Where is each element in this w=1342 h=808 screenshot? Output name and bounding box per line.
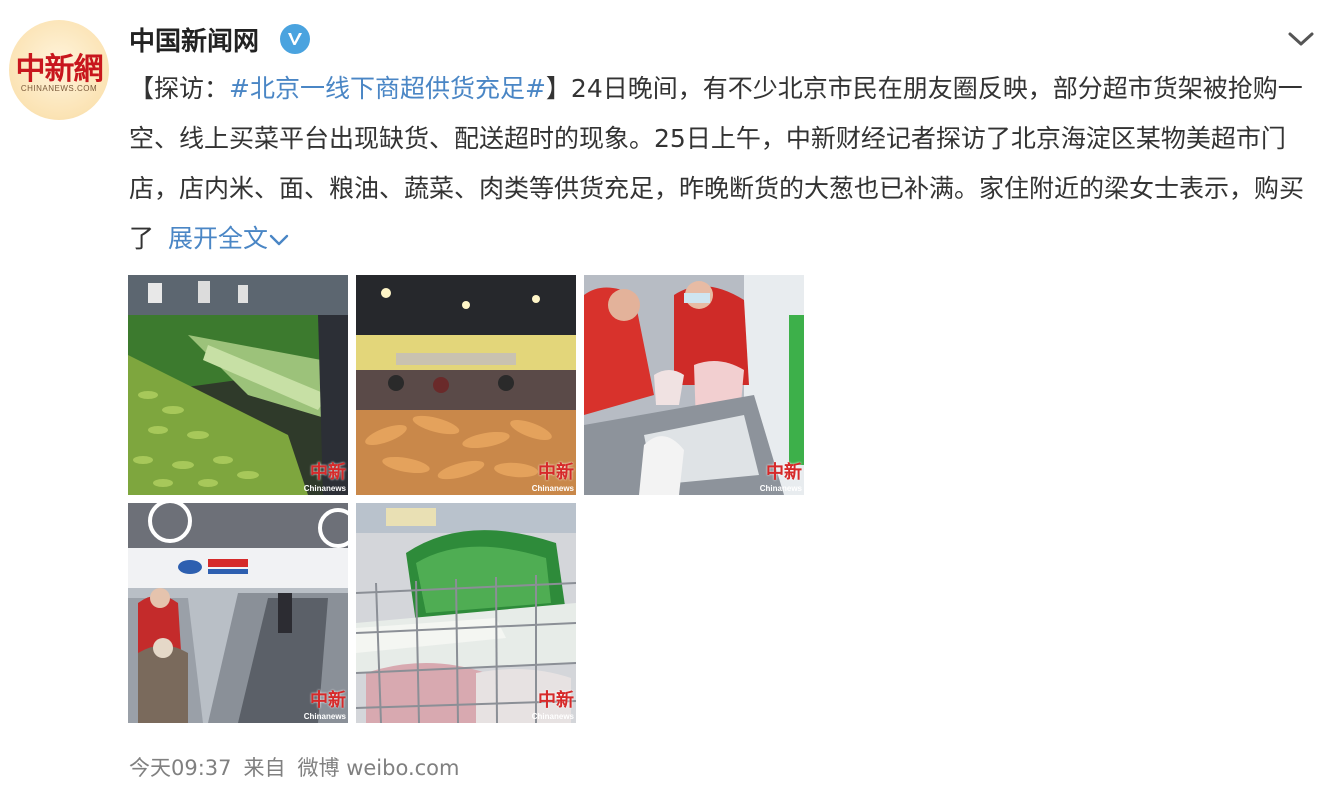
post-image-carrots[interactable]: 中新 Chinanews — [356, 275, 576, 495]
watermark-en: Chinanews — [303, 712, 346, 721]
image-watermark: 中新 Chinanews — [760, 458, 802, 493]
post-image-escalator[interactable]: 中新 Chinanews — [128, 503, 348, 723]
expand-label: 展开全文 — [168, 224, 269, 253]
image-watermark: 中新 Chinanews — [304, 458, 346, 493]
watermark-cn: 中新 — [538, 690, 574, 711]
verified-v-icon — [278, 22, 312, 56]
avatar-logo-subtext: CHINANEWS.COM — [20, 84, 98, 93]
from-label: 来自 — [243, 756, 286, 780]
post-meta: 今天09:37 来自 微博 weibo.com — [129, 752, 471, 782]
post-image-vegetables[interactable]: 中新 Chinanews — [128, 275, 348, 495]
post-time[interactable]: 今天09:37 — [129, 756, 232, 780]
image-watermark: 中新 Chinanews — [532, 686, 574, 721]
chevron-down-icon — [269, 234, 289, 246]
expand-full-text-link[interactable]: 展开全文 — [168, 224, 290, 253]
avatar[interactable]: 中新網 CHINANEWS.COM — [9, 20, 109, 120]
watermark-cn: 中新 — [310, 462, 346, 483]
watermark-cn: 中新 — [310, 690, 346, 711]
hashtag-link[interactable]: #北京一线下商超供货充足# — [229, 74, 546, 103]
source-link[interactable]: 微博 weibo.com — [298, 756, 460, 780]
weibo-post: 中新網 CHINANEWS.COM 中国新闻网 【探访：#北京一线下商超供货充足… — [0, 0, 1342, 808]
author-name[interactable]: 中国新闻网 — [129, 21, 259, 58]
watermark-cn: 中新 — [766, 462, 802, 483]
watermark-en: Chinanews — [759, 484, 802, 493]
post-image-checkout[interactable]: 中新 Chinanews — [584, 275, 804, 495]
image-watermark: 中新 Chinanews — [532, 458, 574, 493]
watermark-cn: 中新 — [538, 462, 574, 483]
watermark-en: Chinanews — [303, 484, 346, 493]
watermark-en: Chinanews — [531, 712, 574, 721]
post-prefix: 【探访： — [129, 74, 230, 103]
avatar-logo-text: 中新網 — [15, 52, 104, 87]
post-image-shopping-cart[interactable]: 中新 Chinanews — [356, 503, 576, 723]
image-watermark: 中新 Chinanews — [304, 686, 346, 721]
post-text: 【探访：#北京一线下商超供货充足#】24日晚间，有不少北京市民在朋友圈反映，部分… — [129, 64, 1319, 264]
watermark-en: Chinanews — [531, 484, 574, 493]
chevron-down-icon[interactable] — [1284, 26, 1318, 52]
